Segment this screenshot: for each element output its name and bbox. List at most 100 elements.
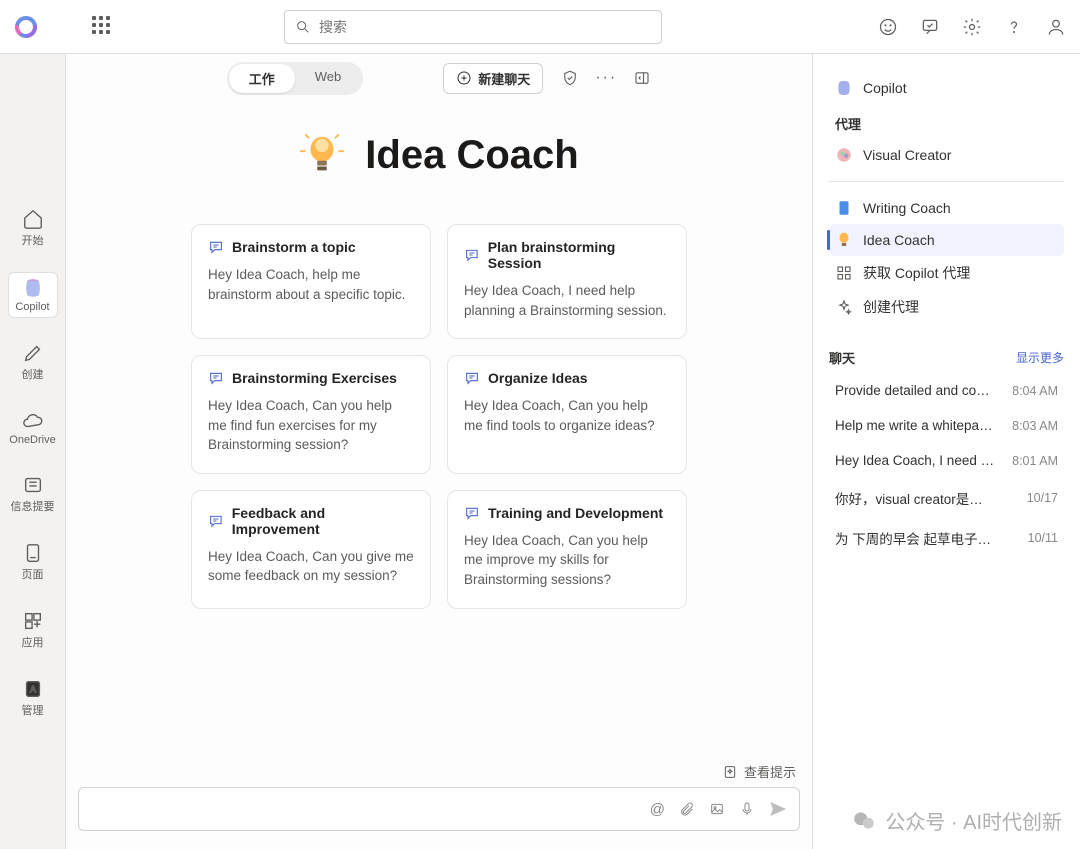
prompt-card[interactable]: Plan brainstorming Session Hey Idea Coac…	[447, 224, 687, 339]
chat-icon	[208, 239, 224, 255]
send-icon[interactable]	[769, 800, 787, 818]
chat-history-item[interactable]: Provide detailed and cons... 8:04 AM	[829, 373, 1064, 408]
nav-admin[interactable]: A 管理	[8, 674, 58, 722]
nav-create[interactable]: 创建	[8, 338, 58, 386]
cloud-icon	[22, 410, 44, 432]
chat-history-item[interactable]: Hey Idea Coach, I need h... 8:01 AM	[829, 443, 1064, 478]
chats-header: 聊天 显示更多	[829, 348, 1064, 367]
chat-time: 8:03 AM	[1012, 419, 1058, 433]
chat-title: 为 下周的早会 起草电子邮...	[835, 528, 995, 548]
nav-onedrive[interactable]: OneDrive	[8, 406, 58, 450]
card-body: Hey Idea Coach, Can you help me improve …	[464, 531, 670, 590]
copilot-logo-icon	[835, 79, 853, 97]
chat-icon	[464, 247, 480, 263]
agent-get-agents[interactable]: 获取 Copilot 代理	[829, 256, 1064, 290]
page-title: Idea Coach	[365, 133, 578, 178]
prompt-cards-grid: Brainstorm a topic Hey Idea Coach, help …	[66, 224, 812, 609]
agent-label: Writing Coach	[863, 200, 951, 216]
card-body: Hey Idea Coach, help me brainstorm about…	[208, 265, 414, 304]
admin-icon: A	[22, 678, 44, 700]
sparkle-book-icon	[722, 764, 738, 780]
more-icon[interactable]: ···	[595, 69, 617, 87]
card-title: Training and Development	[488, 505, 663, 521]
search-input[interactable]	[319, 19, 651, 35]
agent-label: 创建代理	[863, 297, 919, 317]
agent-label: Visual Creator	[863, 147, 951, 163]
apps-icon	[22, 610, 44, 632]
plus-circle-icon	[456, 70, 472, 86]
sparkle-icon	[835, 298, 853, 316]
lightbulb-icon	[835, 231, 853, 249]
home-icon	[22, 208, 44, 230]
chat-history-item[interactable]: 为 下周的早会 起草电子邮...10/11	[829, 518, 1064, 558]
card-title: Plan brainstorming Session	[488, 239, 670, 271]
card-body: Hey Idea Coach, Can you help me find too…	[464, 396, 670, 435]
app-launcher-icon[interactable]	[92, 16, 114, 38]
emoji-icon[interactable]	[878, 17, 898, 37]
mic-icon[interactable]	[739, 801, 755, 817]
panel-toggle-icon[interactable]	[633, 69, 651, 87]
chat-history-item[interactable]: Help me write a whitepap... 8:03 AM	[829, 408, 1064, 443]
agent-create-agent[interactable]: 创建代理	[829, 290, 1064, 324]
nav-home[interactable]: 开始	[8, 204, 58, 252]
nav-pages[interactable]: 页面	[8, 538, 58, 586]
chat-title: Help me write a whitepap...	[835, 418, 995, 433]
nav-feed[interactable]: 信息提要	[8, 470, 58, 518]
tab-work[interactable]: 工作	[229, 64, 295, 93]
chat-history-item[interactable]: 你好，visual creator是做什...10/17	[829, 478, 1064, 518]
show-more-link[interactable]: 显示更多	[1016, 349, 1064, 366]
new-chat-button[interactable]: 新建聊天	[443, 63, 543, 94]
agent-idea-coach[interactable]: Idea Coach	[829, 224, 1064, 256]
toolbar-right: ···	[561, 69, 651, 87]
palette-icon	[835, 146, 853, 164]
prompt-card[interactable]: Feedback and Improvement Hey Idea Coach,…	[191, 490, 431, 609]
pencil-icon	[22, 342, 44, 364]
nav-copilot[interactable]: Copilot	[8, 272, 58, 318]
search-box[interactable]	[284, 10, 662, 44]
mention-icon[interactable]: @	[650, 801, 665, 818]
chat-time: 8:04 AM	[1012, 384, 1058, 398]
nav-label: 应用	[22, 634, 44, 650]
help-icon[interactable]	[1004, 17, 1024, 37]
top-actions	[878, 17, 1066, 37]
tab-web[interactable]: Web	[295, 64, 362, 93]
image-icon[interactable]	[709, 801, 725, 817]
agent-visual-creator[interactable]: Visual Creator	[829, 139, 1064, 171]
new-chat-label: 新建聊天	[478, 69, 530, 88]
feed-icon	[22, 474, 44, 496]
chat-icon	[464, 370, 480, 386]
prompt-card[interactable]: Brainstorm a topic Hey Idea Coach, help …	[191, 224, 431, 339]
hint-label: 查看提示	[744, 762, 796, 781]
chat-time: 8:01 AM	[1012, 454, 1058, 468]
settings-icon[interactable]	[962, 17, 982, 37]
right-panel: Copilot 代理 Visual Creator Writing Coach …	[812, 54, 1080, 849]
card-body: Hey Idea Coach, Can you help me find fun…	[208, 396, 414, 455]
shield-icon[interactable]	[561, 69, 579, 87]
chat-icon	[208, 370, 224, 386]
card-title: Brainstorming Exercises	[232, 370, 397, 386]
account-icon[interactable]	[1046, 17, 1066, 37]
chat-title: Hey Idea Coach, I need h...	[835, 453, 995, 468]
feedback-icon[interactable]	[920, 17, 940, 37]
nav-label: OneDrive	[9, 434, 55, 446]
nav-label: 创建	[22, 366, 44, 382]
agent-writing-coach[interactable]: Writing Coach	[829, 192, 1064, 224]
view-prompts-link[interactable]: 查看提示	[78, 762, 800, 781]
nav-label: 信息提要	[11, 498, 55, 514]
panel-copilot-label: Copilot	[863, 80, 907, 96]
prompt-card[interactable]: Training and Development Hey Idea Coach,…	[447, 490, 687, 609]
prompt-card[interactable]: Brainstorming Exercises Hey Idea Coach, …	[191, 355, 431, 474]
card-title: Feedback and Improvement	[232, 505, 414, 537]
prompt-card[interactable]: Organize Ideas Hey Idea Coach, Can you h…	[447, 355, 687, 474]
panel-copilot[interactable]: Copilot	[829, 72, 1064, 104]
message-input-box[interactable]: @	[78, 787, 800, 831]
nav-label: 管理	[22, 702, 44, 718]
svg-text:A: A	[29, 685, 36, 695]
chat-icon	[208, 513, 224, 529]
chat-title: Provide detailed and cons...	[835, 383, 995, 398]
composer-area: 查看提示 @	[66, 752, 812, 849]
grid-icon	[835, 264, 853, 282]
chat-time: 10/17	[1027, 491, 1058, 505]
nav-apps[interactable]: 应用	[8, 606, 58, 654]
attach-icon[interactable]	[679, 801, 695, 817]
